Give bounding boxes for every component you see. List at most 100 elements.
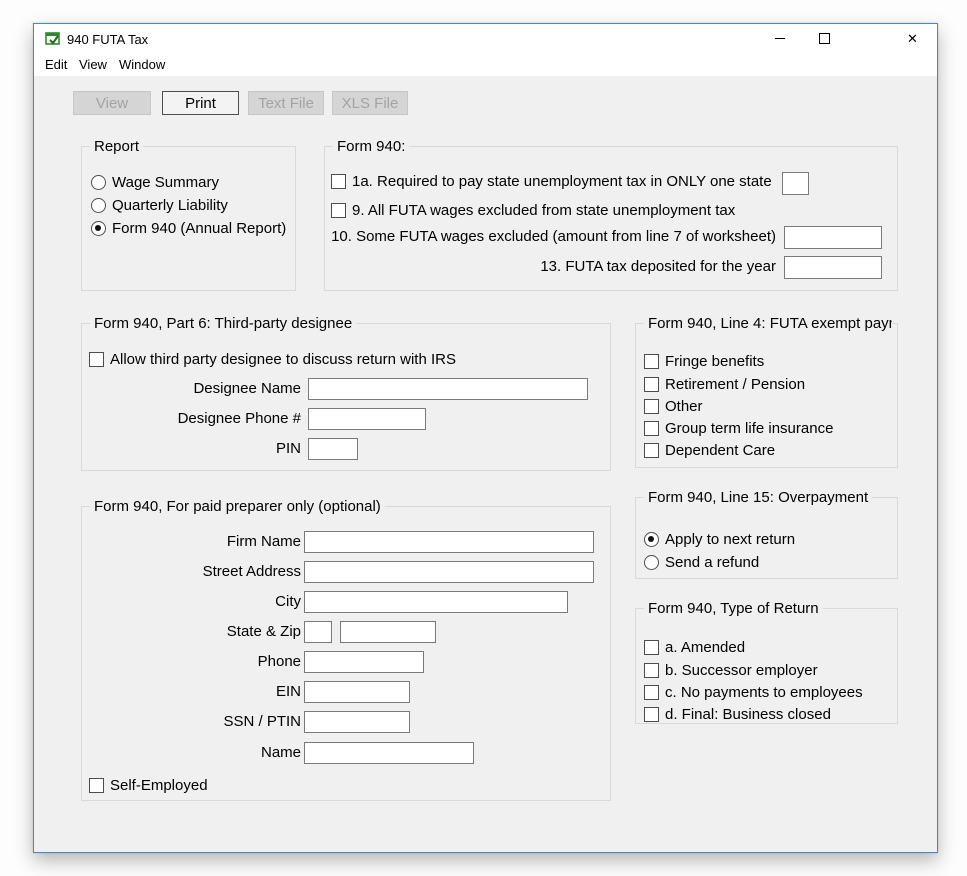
radio-wage-summary[interactable]: Wage Summary bbox=[91, 174, 219, 190]
checkbox-label[interactable]: Other bbox=[665, 398, 703, 415]
preparer-phone-label: Phone bbox=[81, 653, 301, 670]
checkbox-icon[interactable] bbox=[644, 421, 659, 436]
ssn-ptin-label: SSN / PTIN bbox=[81, 713, 301, 730]
form940-group-title: Form 940: bbox=[333, 138, 409, 155]
titlebar: 940 FUTA Tax ✕ bbox=[34, 24, 937, 54]
report-group: Report bbox=[81, 146, 296, 291]
text-file-button[interactable]: Text File bbox=[248, 91, 324, 115]
line-13-input[interactable] bbox=[784, 256, 882, 279]
state-code-input[interactable] bbox=[782, 172, 809, 195]
street-address-input[interactable] bbox=[304, 561, 594, 583]
ein-label: EIN bbox=[81, 683, 301, 700]
checkbox-final-business-closed[interactable]: d. Final: Business closed bbox=[644, 706, 831, 722]
print-button[interactable]: Print bbox=[162, 91, 239, 115]
checkbox-group-term-life[interactable]: Group term life insurance bbox=[644, 420, 833, 436]
checkbox-icon[interactable] bbox=[644, 707, 659, 722]
preparer-name-input[interactable] bbox=[304, 742, 474, 764]
zip-input[interactable] bbox=[340, 621, 436, 643]
radio-form-940-annual[interactable]: Form 940 (Annual Report) bbox=[91, 220, 286, 236]
designee-phone-input[interactable] bbox=[308, 408, 426, 430]
checkbox-label[interactable]: b. Successor employer bbox=[665, 662, 818, 679]
ssn-ptin-input[interactable] bbox=[304, 711, 410, 733]
radio-label[interactable]: Wage Summary bbox=[112, 174, 219, 191]
radio-send-refund[interactable]: Send a refund bbox=[644, 554, 759, 570]
radio-label[interactable]: Send a refund bbox=[665, 554, 759, 571]
checkbox-icon[interactable] bbox=[644, 443, 659, 458]
checkbox-icon[interactable] bbox=[644, 663, 659, 678]
pin-input[interactable] bbox=[308, 438, 358, 460]
firm-name-input[interactable] bbox=[304, 531, 594, 553]
checkbox-label[interactable]: Dependent Care bbox=[665, 442, 775, 459]
radio-icon[interactable] bbox=[644, 532, 659, 547]
line-13-label: 13. FUTA tax deposited for the year bbox=[326, 258, 776, 275]
menubar: Edit View Window bbox=[34, 54, 937, 76]
state-input[interactable] bbox=[304, 621, 332, 643]
radio-icon[interactable] bbox=[91, 175, 106, 190]
checkbox-dependent-care[interactable]: Dependent Care bbox=[644, 442, 775, 458]
line15-group-title: Form 940, Line 15: Overpayment bbox=[644, 489, 872, 506]
checkbox-icon[interactable] bbox=[89, 778, 104, 793]
checkbox-self-employed[interactable]: Self-Employed bbox=[89, 777, 208, 793]
firm-name-label: Firm Name bbox=[81, 533, 301, 550]
checkbox-icon[interactable] bbox=[644, 640, 659, 655]
checkbox-label[interactable]: Retirement / Pension bbox=[665, 376, 805, 393]
checkbox-icon[interactable] bbox=[331, 203, 346, 218]
menu-edit[interactable]: Edit bbox=[45, 57, 67, 73]
preparer-group-title: Form 940, For paid preparer only (option… bbox=[90, 498, 385, 515]
checkbox-label[interactable]: d. Final: Business closed bbox=[665, 706, 831, 723]
checkbox-label[interactable]: Group term life insurance bbox=[665, 420, 833, 437]
city-label: City bbox=[81, 593, 301, 610]
ein-input[interactable] bbox=[304, 681, 410, 703]
checkbox-no-payments[interactable]: c. No payments to employees bbox=[644, 684, 863, 700]
xls-file-button[interactable]: XLS File bbox=[332, 91, 408, 115]
checkbox-fringe-benefits[interactable]: Fringe benefits bbox=[644, 353, 764, 369]
checkbox-label[interactable]: Fringe benefits bbox=[665, 353, 764, 370]
checkbox-icon[interactable] bbox=[89, 352, 104, 367]
minimize-button[interactable] bbox=[757, 24, 802, 53]
close-button[interactable]: ✕ bbox=[890, 24, 935, 53]
part6-group-title: Form 940, Part 6: Third-party designee bbox=[90, 315, 356, 332]
preparer-phone-input[interactable] bbox=[304, 651, 424, 673]
maximize-button[interactable] bbox=[802, 24, 847, 53]
checkbox-1a-one-state[interactable]: 1a. Required to pay state unemployment t… bbox=[331, 173, 772, 189]
checkbox-label[interactable]: c. No payments to employees bbox=[665, 684, 863, 701]
checkbox-icon[interactable] bbox=[644, 399, 659, 414]
view-button[interactable]: View bbox=[73, 91, 151, 115]
app-window: 940 FUTA Tax ✕ Edit View Window View Pri… bbox=[33, 23, 938, 853]
radio-label[interactable]: Form 940 (Annual Report) bbox=[112, 220, 286, 237]
checkbox-label[interactable]: Allow third party designee to discuss re… bbox=[110, 351, 456, 368]
checkbox-successor-employer[interactable]: b. Successor employer bbox=[644, 662, 818, 678]
radio-icon[interactable] bbox=[644, 555, 659, 570]
checkbox-icon[interactable] bbox=[644, 377, 659, 392]
menu-window[interactable]: Window bbox=[119, 57, 165, 73]
designee-name-input[interactable] bbox=[308, 378, 588, 400]
radio-icon[interactable] bbox=[91, 221, 106, 236]
checkbox-icon[interactable] bbox=[331, 174, 346, 189]
street-address-label: Street Address bbox=[81, 563, 301, 580]
checkbox-icon[interactable] bbox=[644, 354, 659, 369]
window-title: 940 FUTA Tax bbox=[67, 32, 148, 47]
radio-quarterly-liability[interactable]: Quarterly Liability bbox=[91, 197, 228, 213]
checkbox-label[interactable]: a. Amended bbox=[665, 639, 745, 656]
menu-view[interactable]: View bbox=[79, 57, 107, 73]
checkbox-label[interactable]: 9. All FUTA wages excluded from state un… bbox=[352, 202, 735, 219]
state-zip-label: State & Zip bbox=[81, 623, 301, 640]
checkbox-icon[interactable] bbox=[644, 685, 659, 700]
radio-label[interactable]: Quarterly Liability bbox=[112, 197, 228, 214]
radio-label[interactable]: Apply to next return bbox=[665, 531, 795, 548]
close-icon: ✕ bbox=[907, 31, 918, 47]
checkbox-allow-third-party[interactable]: Allow third party designee to discuss re… bbox=[89, 351, 456, 367]
line-10-input[interactable] bbox=[784, 226, 882, 249]
checkbox-label[interactable]: 1a. Required to pay state unemployment t… bbox=[352, 173, 772, 190]
checkbox-other[interactable]: Other bbox=[644, 398, 703, 414]
checkbox-9-all-futa-excluded[interactable]: 9. All FUTA wages excluded from state un… bbox=[331, 202, 735, 218]
line-10-label: 10. Some FUTA wages excluded (amount fro… bbox=[326, 228, 776, 245]
radio-icon[interactable] bbox=[91, 198, 106, 213]
checkbox-amended[interactable]: a. Amended bbox=[644, 639, 745, 655]
city-input[interactable] bbox=[304, 591, 568, 613]
minimize-icon bbox=[775, 38, 785, 39]
app-icon bbox=[45, 31, 61, 47]
checkbox-label[interactable]: Self-Employed bbox=[110, 777, 208, 794]
radio-apply-next-return[interactable]: Apply to next return bbox=[644, 531, 795, 547]
checkbox-retirement-pension[interactable]: Retirement / Pension bbox=[644, 376, 805, 392]
